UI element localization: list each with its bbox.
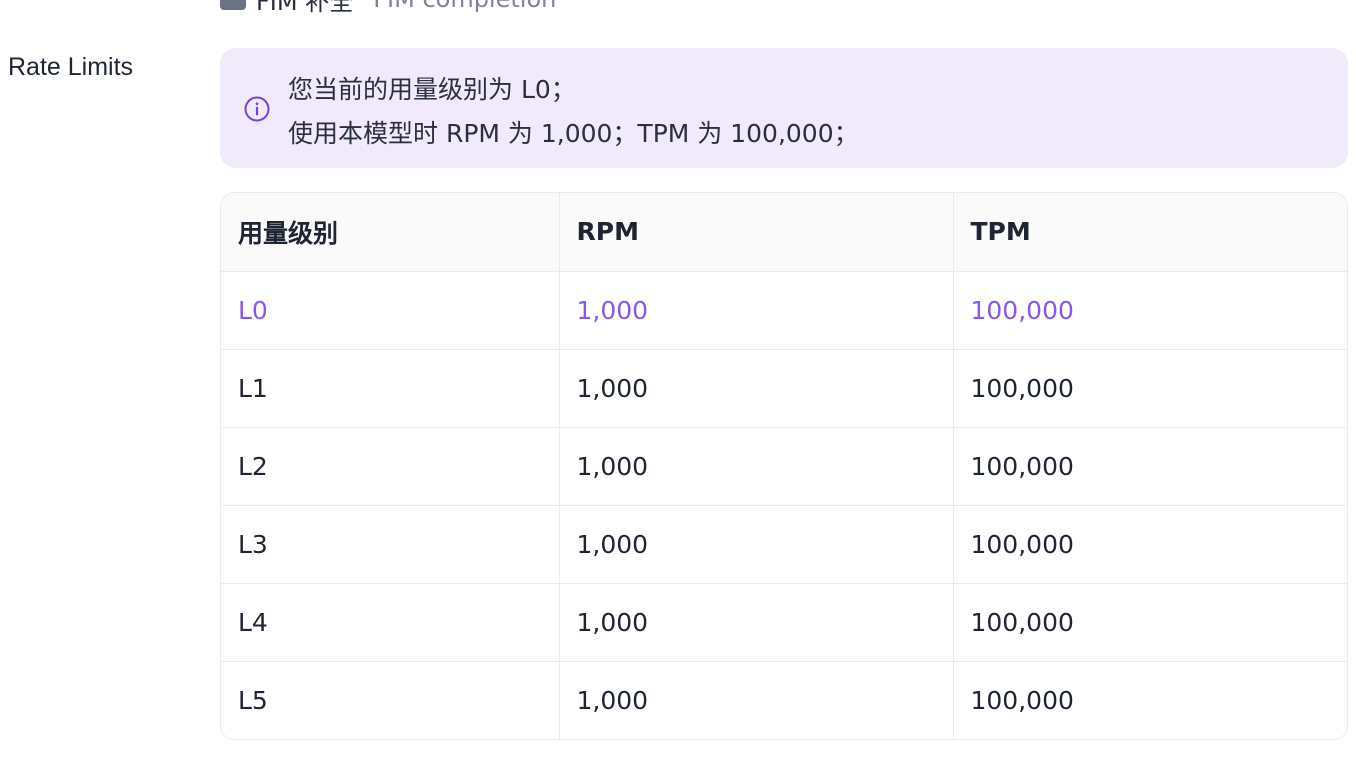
cell-tpm: 100,000 <box>953 583 1347 662</box>
cell-tpm: 100,000 <box>953 349 1347 428</box>
table-row: L1 1,000 100,000 <box>221 349 1347 428</box>
table-row: L0 1,000 100,000 <box>221 271 1347 350</box>
notice-line-level: 您当前的用量级别为 L0； <box>288 75 576 104</box>
table-header-row: 用量级别 RPM TPM <box>221 193 1347 272</box>
table-row: L2 1,000 100,000 <box>221 427 1347 506</box>
rate-limits-table: 用量级别 RPM TPM L0 1,000 100,000 L1 1,000 1… <box>220 192 1348 740</box>
fim-description: FIM completion <box>373 0 556 13</box>
page: FIM 补全 FIM completion Rate Limits 您当前的用量… <box>0 0 1356 778</box>
header-rpm: RPM <box>559 193 954 272</box>
cell-level: L4 <box>221 583 560 662</box>
header-level: 用量级别 <box>221 193 560 272</box>
checkbox-icon[interactable] <box>220 0 246 10</box>
cell-rpm: 1,000 <box>559 427 954 506</box>
cell-level: L1 <box>221 349 560 428</box>
cell-rpm: 1,000 <box>559 349 954 428</box>
cell-level: L5 <box>221 661 560 739</box>
cell-tpm: 100,000 <box>953 505 1347 584</box>
usage-level-notice: 您当前的用量级别为 L0； 使用本模型时 RPM 为 1,000；TPM 为 1… <box>220 48 1348 168</box>
table-row: L3 1,000 100,000 <box>221 505 1347 584</box>
fim-label: FIM 补全 <box>256 0 354 16</box>
rate-limits-label: Rate Limits <box>8 53 134 81</box>
cell-rpm: 1,000 <box>559 583 954 662</box>
header-tpm: TPM <box>953 193 1347 272</box>
fim-completion-row: FIM 补全 FIM completion <box>220 0 556 16</box>
cell-tpm: 100,000 <box>953 271 1347 350</box>
cell-level: L2 <box>221 427 560 506</box>
table-row: L4 1,000 100,000 <box>221 583 1347 662</box>
table-row: L5 1,000 100,000 <box>221 661 1347 739</box>
cell-level: L0 <box>221 271 560 350</box>
cell-rpm: 1,000 <box>559 271 954 350</box>
cell-tpm: 100,000 <box>953 427 1347 506</box>
notice-line-limits: 使用本模型时 RPM 为 1,000；TPM 为 100,000； <box>288 119 859 148</box>
cell-tpm: 100,000 <box>970 685 1074 715</box>
info-icon <box>243 95 271 123</box>
cell-rpm: 1,000 <box>559 661 954 739</box>
cell-rpm: 1,000 <box>559 505 954 584</box>
cell-level: L3 <box>221 505 560 584</box>
